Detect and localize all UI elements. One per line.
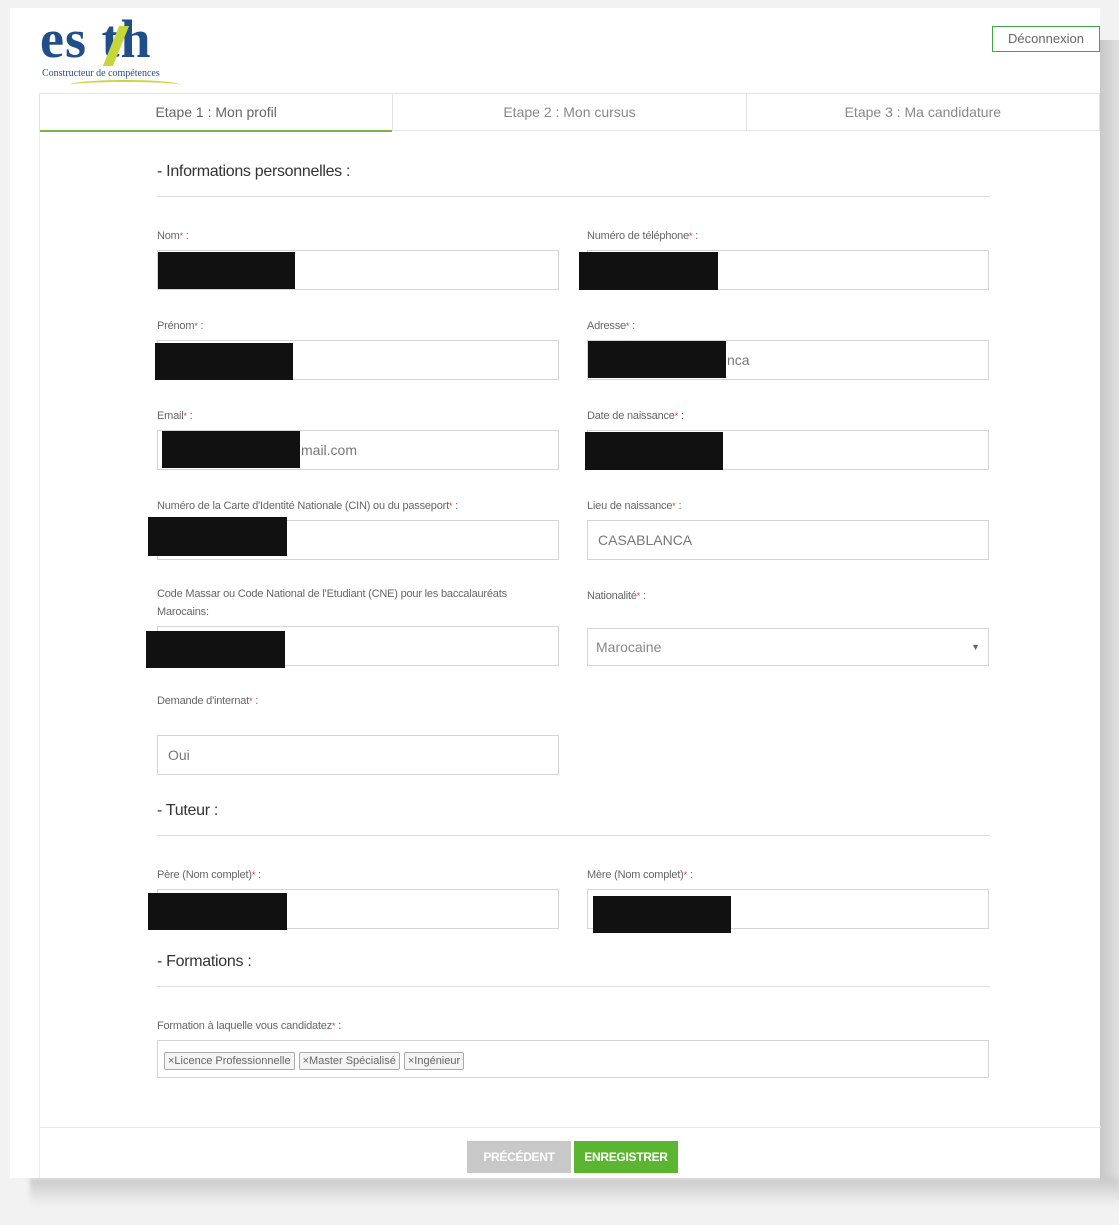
redaction-box (148, 893, 287, 930)
section-divider (157, 986, 990, 987)
internat-label: Demande d'internat* : (157, 695, 259, 707)
email-label: Email* : (157, 410, 193, 422)
email-input[interactable]: mail.com (157, 430, 559, 470)
pere-label: Père (Nom complet)* : (157, 869, 261, 881)
pere-input[interactable] (148, 889, 559, 930)
date-naissance-label: Date de naissance* : (587, 410, 684, 422)
nom-label: Nom* : (157, 230, 189, 242)
redaction-box (585, 432, 723, 470)
form-content: - Informations personnelles : Nom* : Num… (39, 131, 1101, 1178)
lieu-naissance-label: Lieu de naissance* : (587, 500, 682, 512)
prenom-input[interactable] (155, 340, 559, 380)
mere-input[interactable] (587, 889, 989, 933)
section-title-personal: - Informations personnelles : (157, 163, 351, 180)
cne-input[interactable] (146, 626, 559, 668)
nationalite-selected-value: Marocaine (596, 639, 662, 655)
section-title-tutor: - Tuteur : (157, 802, 219, 819)
chevron-down-icon: ▼ (971, 642, 980, 652)
footer-divider (40, 1127, 1101, 1128)
section-divider (157, 196, 990, 197)
step-tabs: Etape 1 : Mon profil Etape 2 : Mon cursu… (39, 93, 1100, 132)
adresse-input[interactable]: nca (587, 340, 989, 380)
tab-step-2-cursus[interactable]: Etape 2 : Mon cursus (393, 94, 747, 130)
redaction-box (158, 252, 295, 289)
nationalite-label: Nationalité* : (587, 590, 646, 602)
tab-step-3-candidature[interactable]: Etape 3 : Ma candidature (747, 94, 1099, 130)
redaction-box (148, 517, 287, 556)
formation-tag[interactable]: ×Ingénieur (403, 1052, 465, 1070)
logo-swoosh (70, 80, 180, 90)
telephone-label: Numéro de téléphone* : (587, 230, 699, 242)
logo-wordmark: es th (40, 9, 152, 69)
page-shadow-bottom (30, 1178, 1119, 1208)
formation-tag[interactable]: ×Licence Professionnelle (164, 1052, 295, 1070)
page-shadow-right (1100, 40, 1119, 1200)
formation-multiselect[interactable]: ×Licence Professionnelle ×Master Spéciali… (157, 1040, 989, 1078)
telephone-input[interactable] (579, 250, 989, 290)
redaction-box (593, 896, 731, 933)
formation-label: Formation à laquelle vous candidatez* : (157, 1020, 342, 1032)
lieu-naissance-input[interactable]: CASABLANCA (587, 520, 989, 560)
mere-label: Mère (Nom complet)* : (587, 869, 693, 881)
application-form-page: es th Constructeur de compétences Déconn… (10, 8, 1101, 1178)
redaction-box (155, 343, 293, 380)
prenom-label: Prénom* : (157, 320, 204, 332)
date-naissance-input[interactable] (585, 430, 989, 470)
section-title-formations: - Formations : (157, 953, 252, 970)
logout-button[interactable]: Déconnexion (992, 26, 1100, 52)
save-button[interactable]: ENREGISTRER (574, 1141, 678, 1173)
redaction-box (579, 252, 718, 290)
adresse-label: Adresse* : (587, 320, 635, 332)
redaction-box (162, 431, 300, 468)
nom-input[interactable] (157, 250, 559, 290)
redaction-box (146, 631, 285, 668)
cin-input[interactable] (148, 517, 559, 560)
internat-input[interactable]: Oui (157, 735, 559, 775)
redaction-box (588, 341, 726, 378)
cne-label: Code Massar ou Code National de l'Etudia… (157, 588, 507, 618)
nationalite-select[interactable]: Marocaine ▼ (587, 628, 989, 666)
section-divider (157, 835, 990, 836)
tab-step-1-profile[interactable]: Etape 1 : Mon profil (40, 94, 394, 132)
logo-tagline: Constructeur de compétences (42, 68, 160, 79)
formation-tag[interactable]: ×Master Spécialisé (298, 1052, 400, 1070)
previous-button[interactable]: PRÉCÉDENT (467, 1141, 571, 1173)
cin-label: Numéro de la Carte d'Identité Nationale … (157, 500, 458, 512)
esith-logo: es th Constructeur de compétences (40, 9, 200, 90)
